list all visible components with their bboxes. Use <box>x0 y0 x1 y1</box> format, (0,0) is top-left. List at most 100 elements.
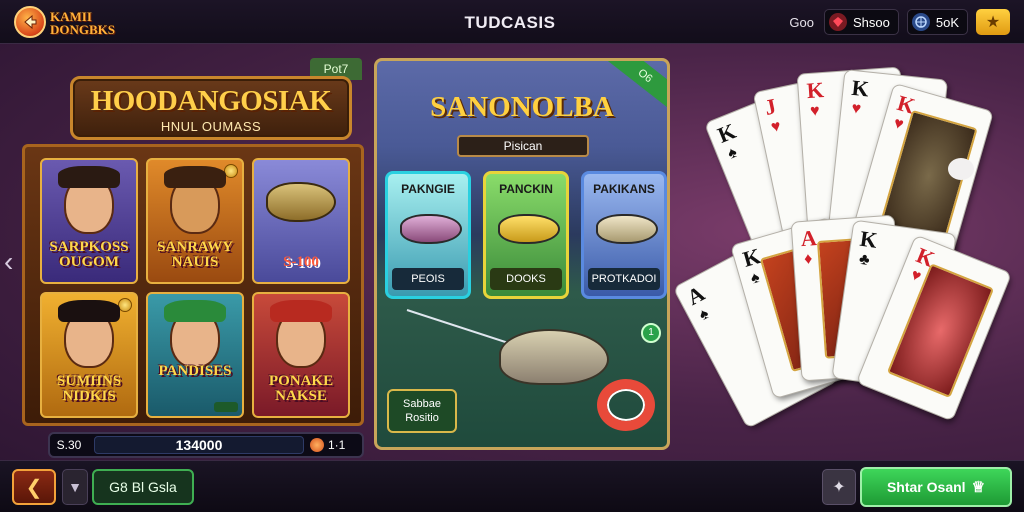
slot-cell[interactable]: PANDISES <box>146 292 244 418</box>
previous-arrow-icon[interactable]: ‹ <box>4 246 13 278</box>
club-icon: ♣ <box>857 250 871 270</box>
slot-title: HOODANGOSIAK <box>90 85 332 117</box>
slot-game-panel[interactable]: Pot7 HOODANGOSIAK HNUL OUMASS SARPKOSS O… <box>18 58 368 458</box>
top-bar: KAMII DONGBKS TUDCASIS Goo Shsoo 5oK ★ <box>0 0 1024 44</box>
fishing-subtitle: Pisican <box>457 135 589 157</box>
card-rank: K <box>805 76 825 104</box>
slot-cell-label: S-100 <box>283 254 319 270</box>
slot-header: HOODANGOSIAK HNUL OUMASS <box>70 76 352 140</box>
heart-icon: ♥ <box>891 114 906 134</box>
fish-card-footer: DOOKS <box>490 268 562 290</box>
spade-icon: ♠ <box>748 268 762 288</box>
game-logo[interactable]: KAMII DONGBKS <box>14 6 144 40</box>
puzzle-icon: ✦ <box>832 479 846 496</box>
fishing-line <box>406 309 512 345</box>
coin-icon <box>224 164 238 178</box>
slot-cell[interactable]: PONAKE NAKSE <box>252 292 350 418</box>
fish-icon <box>498 214 560 244</box>
globe-icon <box>911 13 930 31</box>
spade-icon: ♠ <box>696 305 712 325</box>
card-rank: K <box>858 225 879 253</box>
spade-icon: ♠ <box>725 143 740 163</box>
start-button-label: Shtar Osanl <box>886 479 966 495</box>
fishing-game-panel[interactable]: O6 SANONOLBA Pisican PAKNGIE PEOIS PANCK… <box>374 58 670 450</box>
coin-icon <box>310 438 324 452</box>
logo-text: KAMII DONGBKS <box>50 9 116 37</box>
gem-icon <box>828 13 847 31</box>
fish-card-name: PANCKIN <box>499 182 553 196</box>
hat-icon <box>58 300 120 322</box>
fish-card-footer: PROTKADOI <box>588 268 660 290</box>
life-ring-icon <box>597 379 655 431</box>
fish-icon <box>266 182 336 222</box>
fish-card-footer: PEOIS <box>392 268 464 290</box>
diamond-icon: ♦ <box>803 250 813 268</box>
decoration-icon <box>948 158 974 180</box>
heart-icon: ♥ <box>769 117 783 137</box>
slot-cell[interactable]: SUMHNS NIDKIS <box>40 292 138 418</box>
shield-icon: ▼ <box>68 479 82 495</box>
slot-cell-label: SANRAWY NAUIS <box>157 239 233 270</box>
card-game-panel[interactable]: K ♠ J ♥ K ♥ K ♥ K ♥ A ♠ K ♠ A ♦ K ♣ K ♥ <box>672 58 1016 454</box>
slot-cell-label: SUMHNS NIDKIS <box>56 373 122 404</box>
bottom-bar: ❮ ▼ G8 Bl Gsla ✦ Shtar Osanl ♕ <box>0 460 1024 512</box>
heart-icon: ♥ <box>809 102 821 120</box>
slot-cell[interactable]: S-100 <box>252 158 350 284</box>
slot-cell-label: PANDISES <box>158 363 232 379</box>
puzzle-button[interactable]: ✦ <box>822 469 856 505</box>
fishing-promo-button[interactable]: Sabbae Rositio <box>387 389 457 433</box>
gold-button[interactable]: G8 Bl Gsla <box>92 469 194 505</box>
mini-badge <box>214 402 238 412</box>
card-rank: K <box>850 74 871 102</box>
balance-value: Shsoo <box>852 14 890 30</box>
multiplier-value: 1·1 <box>328 438 346 452</box>
slot-cell-label: PONAKE NAKSE <box>268 373 334 404</box>
top-right-controls: Goo Shsoo 5oK ★ <box>789 9 1010 35</box>
card-rank: K <box>739 243 764 272</box>
hat-icon <box>58 166 120 188</box>
logo-arrow-icon <box>14 6 46 38</box>
back-arrow-icon: ❮ <box>25 476 43 499</box>
big-fish-icon <box>499 329 609 385</box>
slot-cell[interactable]: SANRAWY NAUIS <box>146 158 244 284</box>
hat-icon <box>164 300 226 322</box>
win-value: 134000 <box>94 436 304 454</box>
slot-cell[interactable]: SARPKOSS OUGOM <box>40 158 138 284</box>
hat-icon <box>164 166 226 188</box>
bonus-value: 5oK <box>935 14 959 30</box>
start-button[interactable]: Shtar Osanl ♕ <box>860 467 1012 507</box>
fish-icon <box>400 214 462 244</box>
slot-bet-bar: S.30 134000 1·1 <box>48 432 364 458</box>
notification-badge[interactable]: 1 <box>641 323 661 343</box>
coin-icon <box>118 298 132 312</box>
slot-subtitle: HNUL OUMASS <box>160 119 262 134</box>
fish-card-row: PAKNGIE PEOIS PANCKIN DOOKS PAKIKANS PRO… <box>385 171 667 299</box>
hat-icon <box>270 300 332 322</box>
heart-icon: ♥ <box>850 99 862 118</box>
bet-amount[interactable]: S.30 <box>50 438 88 452</box>
fishing-title: SANONOLBA <box>430 91 614 123</box>
back-button[interactable]: ❮ <box>12 469 56 505</box>
fish-card[interactable]: PAKIKANS PROTKADOI <box>581 171 667 299</box>
card-rank: K <box>714 118 740 148</box>
fish-card[interactable]: PANCKIN DOOKS <box>483 171 569 299</box>
fish-card[interactable]: PAKNGIE PEOIS <box>385 171 471 299</box>
page-title: TUDCASIS <box>464 13 556 32</box>
star-button[interactable]: ★ <box>976 9 1010 35</box>
fish-card-name: PAKIKANS <box>593 182 655 196</box>
slot-cell-label: SARPKOSS OUGOM <box>49 239 129 270</box>
card-rank: A <box>799 225 818 252</box>
bonus-pill[interactable]: 5oK <box>906 9 968 35</box>
heart-icon: ♥ <box>908 266 924 286</box>
card-rank: J <box>762 93 779 121</box>
bet-multiplier[interactable]: 1·1 <box>310 438 362 452</box>
top-label: Goo <box>789 14 814 30</box>
fish-icon <box>596 214 658 244</box>
slot-grid: SARPKOSS OUGOM SANRAWY NAUIS S-100 SUMHN… <box>40 158 350 420</box>
star-icon: ★ <box>985 14 1001 31</box>
shield-button[interactable]: ▼ <box>62 469 88 505</box>
card-face-art <box>886 263 995 399</box>
balance-pill[interactable]: Shsoo <box>823 9 899 35</box>
fish-card-name: PAKNGIE <box>401 182 455 196</box>
trophy-icon: ♕ <box>971 479 986 496</box>
